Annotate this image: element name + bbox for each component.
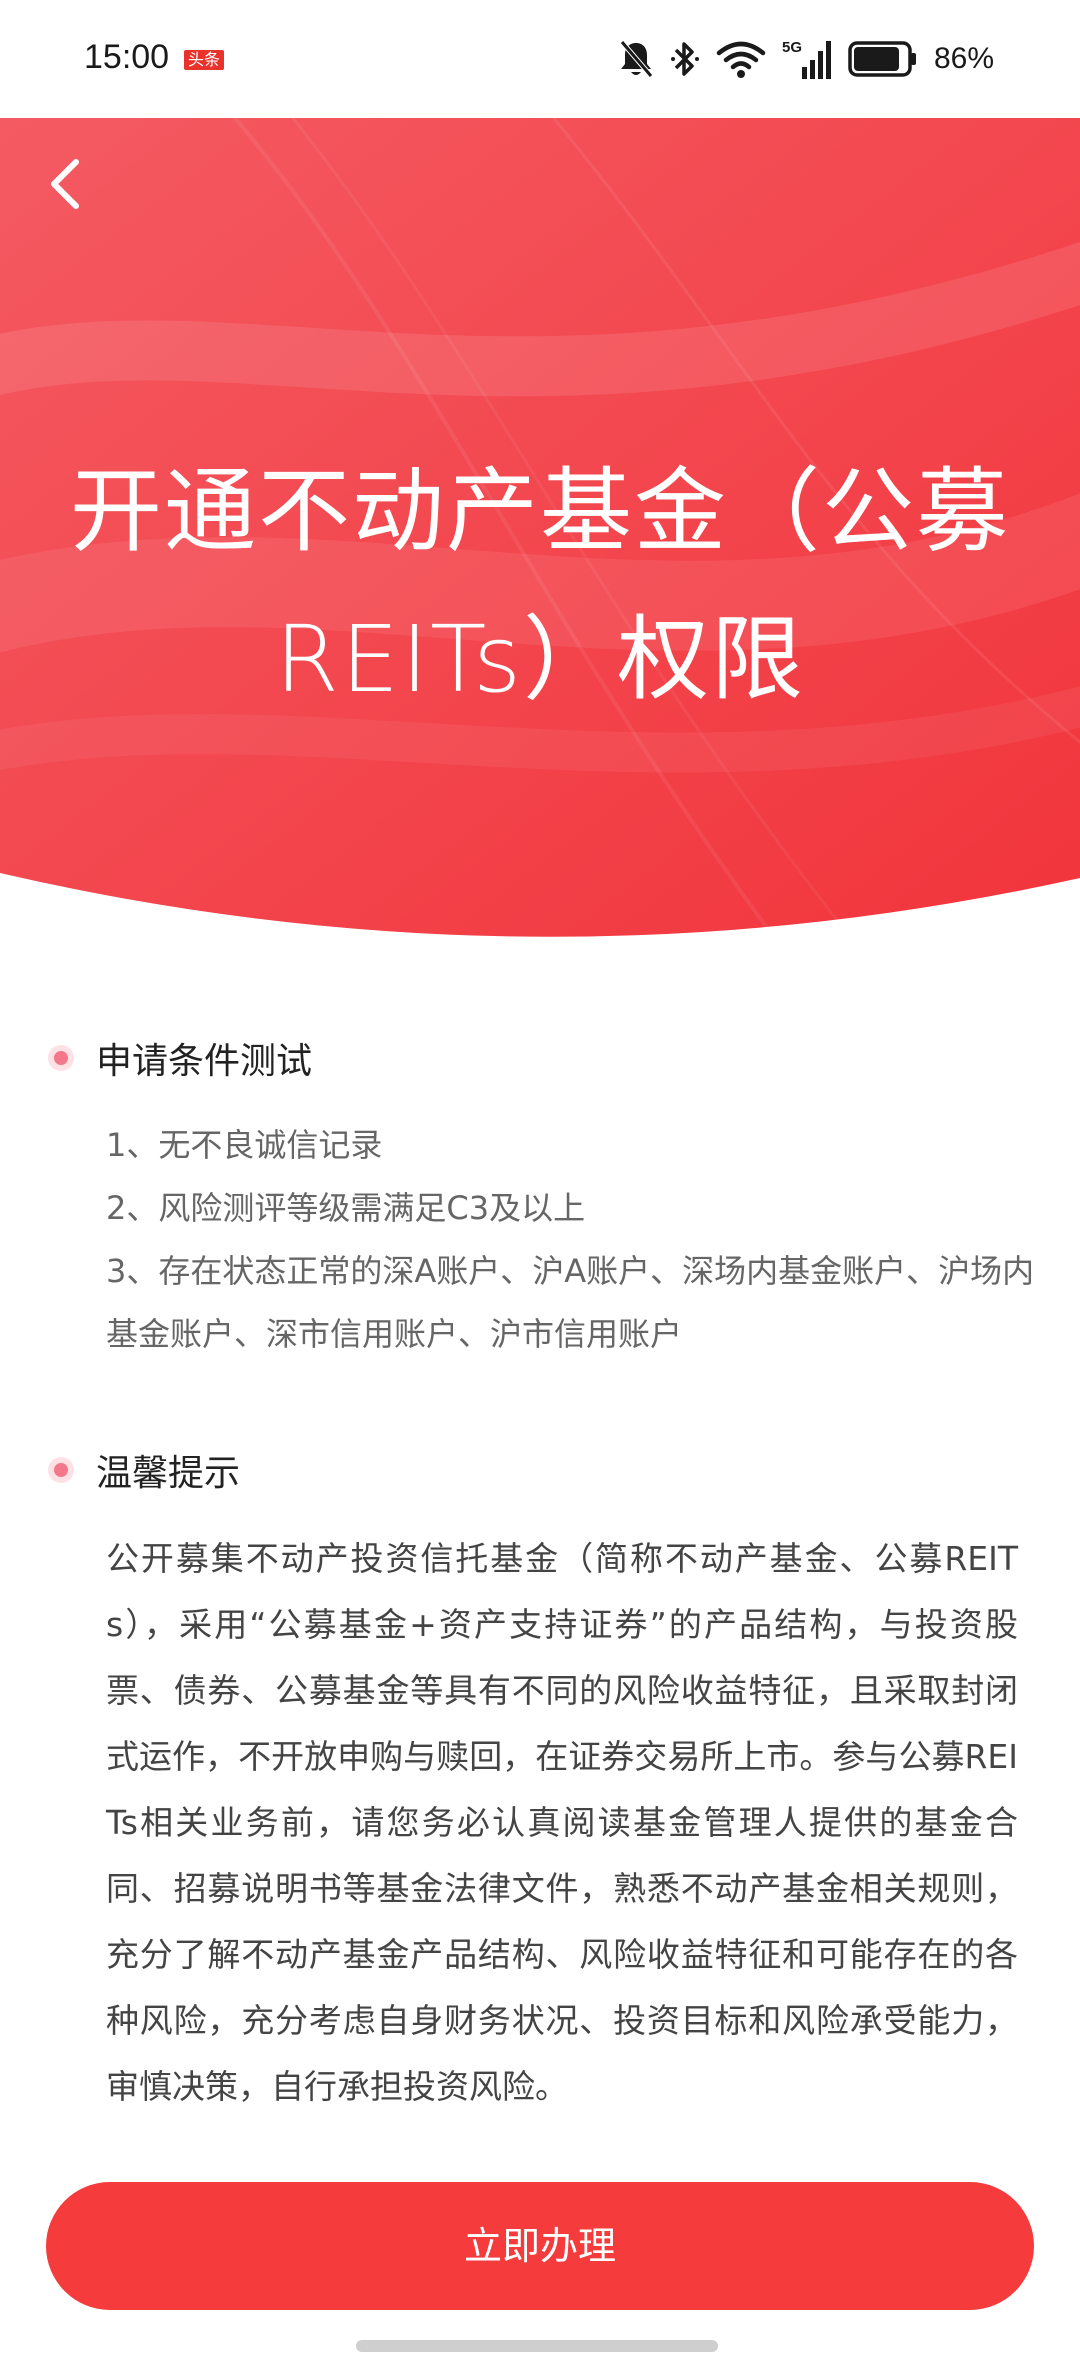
tips-body: 公开募集不动产投资信托基金（简称不动产基金、公募REITs），采用“公募基金+资… [106,1539,1018,2106]
battery-icon [848,41,916,77]
status-icons: 5G 86% [618,34,994,84]
conditions-header: 申请条件测试 [48,1028,312,1088]
mute-bell-icon [620,40,653,78]
tips-title: 温馨提示 [96,1453,241,1494]
apply-now-button[interactable]: 立即办理 [46,2182,1034,2310]
conditions-title: 申请条件测试 [96,1041,313,1082]
section-bullet-icon [48,1457,74,1483]
conditions-list: 1、无不良诚信记录 2、风险测评等级需满足C3及以上 3、存在状态正常的深A账户… [106,1114,1046,1366]
condition-item: 3、存在状态正常的深A账户、沪A账户、深场内基金账户、沪场内基金账户、深市信用账… [106,1252,1035,1353]
app-notification-badge: 头条 [184,50,225,70]
screen: 15:00 头条 5G 86% 开通不动产基金（公募REITs）权限 申请条件测… [0,0,1080,2374]
battery-percent: 86% [933,42,994,75]
bluetooth-icon [670,42,699,76]
chevron-left-icon [51,159,79,209]
status-time: 15:00 [84,38,170,76]
wifi-icon [716,41,766,78]
back-button[interactable] [34,144,104,224]
conditions-section: 申请条件测试 1、无不良诚信记录 2、风险测评等级需满足C3及以上 3、存在状态… [0,1028,1080,1368]
home-indicator[interactable] [356,2340,718,2352]
network-type-label: 5G [782,39,802,56]
hero-banner: 开通不动产基金（公募REITs）权限 [0,118,1080,948]
section-bullet-icon [48,1045,74,1071]
condition-item: 1、无不良诚信记录 [106,1126,383,1164]
tips-header: 温馨提示 [48,1440,240,1500]
condition-item: 2、风险测评等级需满足C3及以上 [106,1189,586,1227]
cellular-signal-icon: 5G [782,39,831,79]
tips-section: 温馨提示 公开募集不动产投资信托基金（简称不动产基金、公募REITs），采用“公… [0,1440,1080,2140]
status-bar: 15:00 头条 5G 86% [0,0,1080,118]
page-title: 开通不动产基金（公募REITs）权限 [69,458,1010,713]
